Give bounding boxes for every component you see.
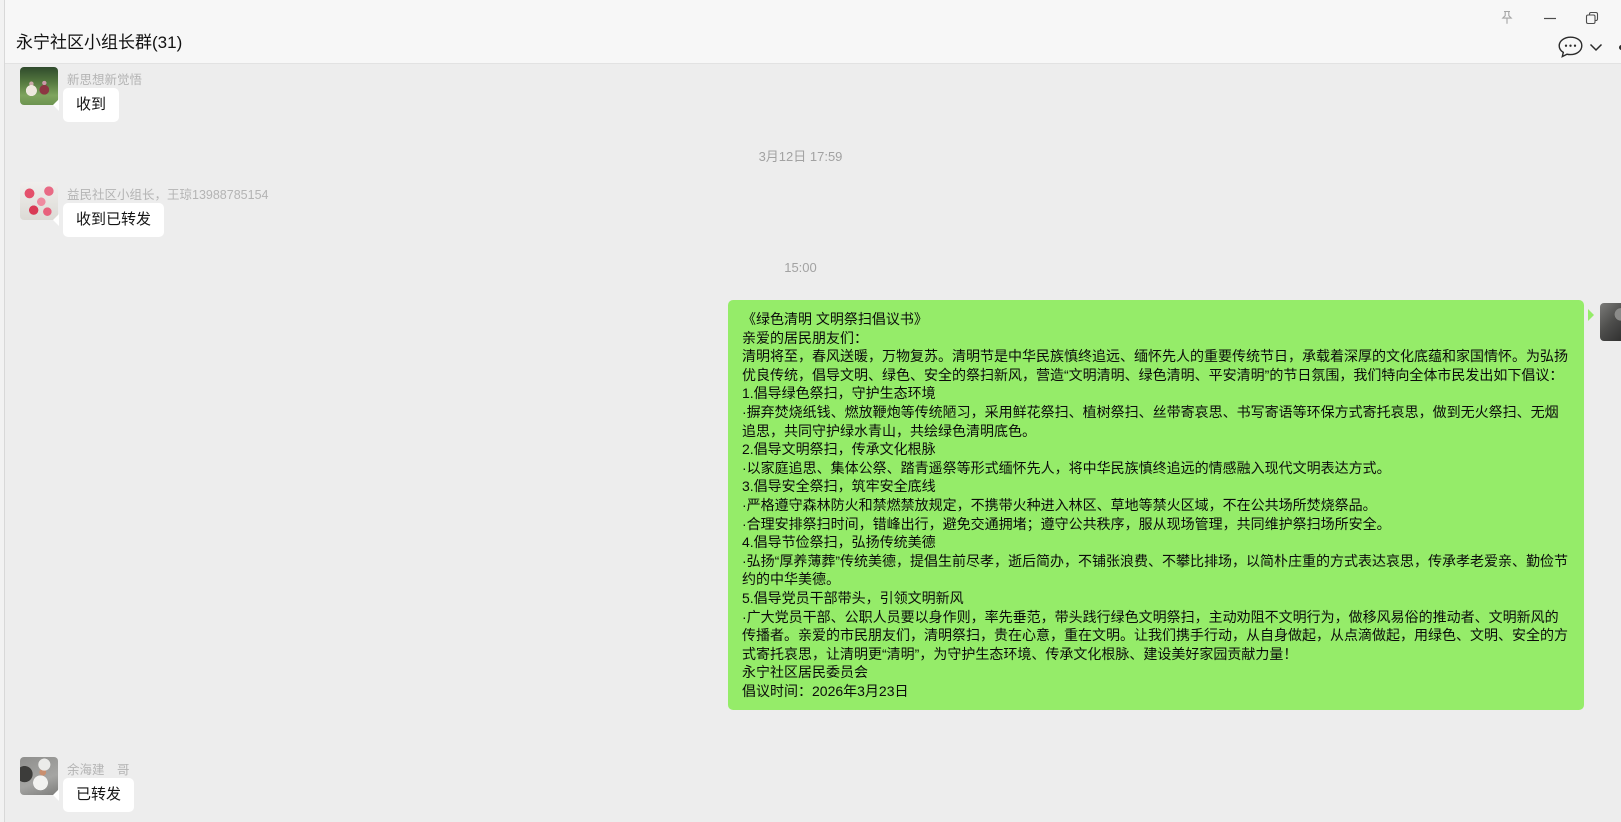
minimize-icon [1543, 11, 1557, 25]
restore-button[interactable] [1577, 5, 1607, 31]
pin-icon [1499, 10, 1515, 26]
sender-name: 余海建 哥 [67, 759, 130, 778]
chevron-down-icon [1589, 43, 1603, 52]
restore-icon [1585, 11, 1599, 25]
message-row: 益民社区小组长，王琼13988785154 收到已转发 [20, 182, 420, 242]
collapse-button[interactable] [1587, 40, 1605, 54]
message-row: 新思想新觉悟 收到 [20, 67, 420, 127]
titlebar: 永宁社区小组长群(31) [5, 0, 1621, 64]
overflow-menu-button[interactable] [1617, 43, 1621, 51]
message-row: 余海建 哥 已转发 [20, 757, 420, 817]
timestamp: 15:00 [5, 260, 1596, 275]
sender-name: 益民社区小组长，王琼13988785154 [67, 184, 268, 203]
message-bubble[interactable]: 收到 [63, 88, 119, 122]
chat-title: 永宁社区小组长群(31) [16, 28, 182, 53]
pin-button[interactable] [1492, 5, 1522, 31]
wechat-chat-window: 永宁社区小组长群(31) [0, 0, 1621, 822]
sender-name: 新思想新觉悟 [67, 69, 142, 88]
message-list[interactable]: 新思想新觉悟 收到 3月12日 17:59 益民社区小组长，王琼13988785… [5, 64, 1621, 822]
message-bubble[interactable]: 收到已转发 [63, 203, 164, 237]
speech-bubble-ellipsis-icon [1557, 35, 1584, 60]
sent-message-bubble[interactable]: 《绿色清明 文明祭扫倡议书》 亲爱的居民朋友们： 清明将至，春风送暖，万物复苏。… [728, 300, 1584, 710]
minimize-button[interactable] [1535, 5, 1565, 31]
self-avatar[interactable] [1600, 303, 1621, 341]
timestamp: 3月12日 17:59 [5, 146, 1596, 165]
chat-more-button[interactable] [1555, 33, 1585, 61]
message-bubble[interactable]: 已转发 [63, 778, 134, 812]
